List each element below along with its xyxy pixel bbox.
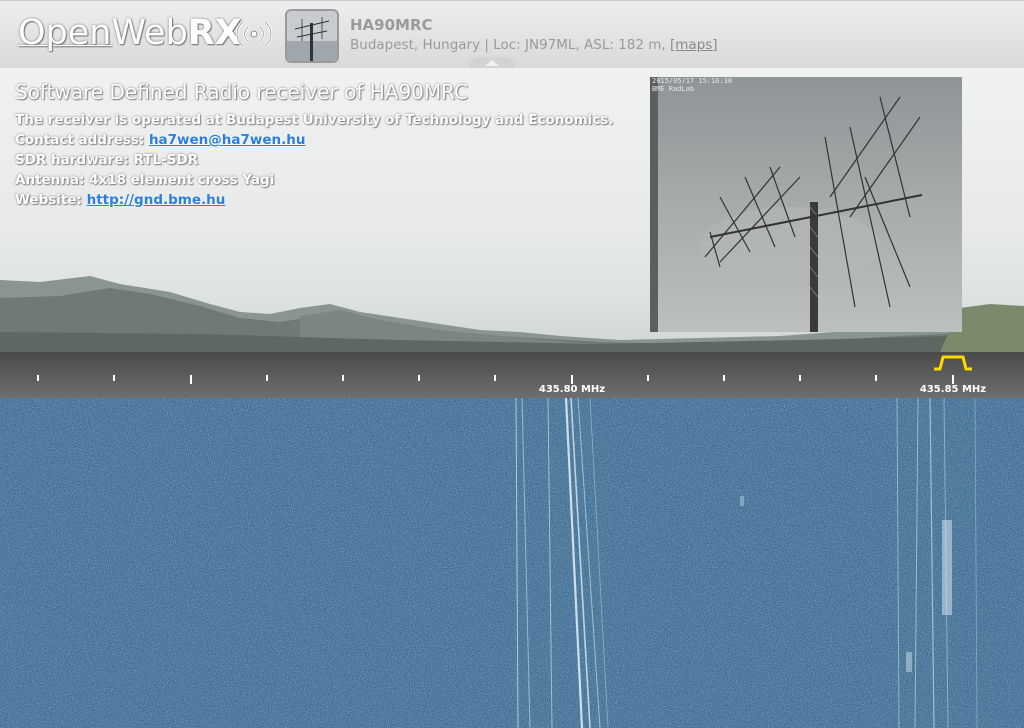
scale-tick-major: [952, 375, 954, 384]
scale-tick: [875, 375, 877, 381]
scale-tick: [113, 375, 115, 381]
antenna-webcam-image: 2015/05/17 15:16:38 BME RadLab: [650, 77, 962, 332]
maps-link[interactable]: [maps]: [670, 37, 718, 53]
receiver-description: Budapest, Hungary | Loc: JN97ML, ASL: 18…: [350, 37, 718, 53]
webcam-caption: BME RadLab: [652, 85, 694, 93]
info-hardware: SDR hardware: RTL-SDR: [15, 152, 199, 168]
scale-label: 435.85 MHz: [919, 384, 987, 395]
info-antenna: Antenna: 4x18 element cross Yagi: [15, 172, 275, 188]
scale-tick: [266, 375, 268, 381]
info-contact: Contact address: ha7wen@ha7wen.hu: [15, 132, 306, 148]
scale-tick: [37, 375, 39, 381]
website-link[interactable]: http://gnd.bme.hu: [87, 192, 226, 208]
webcam-timestamp: 2015/05/17 15:16:38: [652, 77, 732, 85]
openwebrx-logo[interactable]: OpenWebRX: [18, 13, 242, 53]
info-website: Website: http://gnd.bme.hu: [15, 192, 226, 208]
scale-tick: [342, 375, 344, 381]
receiver-avatar[interactable]: [285, 9, 339, 63]
waterfall-canvas: [0, 398, 1024, 728]
scale-tick: [418, 375, 420, 381]
radio-waves-icon: [236, 20, 272, 48]
antenna-thumbnail: [287, 11, 337, 61]
scale-label: 435.80 MHz: [538, 384, 606, 395]
receiver-info: Software Defined Radio receiver of HA90M…: [15, 80, 613, 210]
scale-tick: [723, 375, 725, 381]
scale-tick: [799, 375, 801, 381]
scale-tick: [494, 375, 496, 381]
frequency-scale[interactable]: 435.80 MHz 435.85 MHz: [0, 352, 1024, 398]
contact-email-link[interactable]: ha7wen@ha7wen.hu: [149, 132, 306, 148]
scale-tick: [647, 375, 649, 381]
passband-filter-marker[interactable]: [932, 354, 974, 372]
info-operator: The receiver is operated at Budapest Uni…: [15, 112, 614, 128]
antenna-picture: 2015/05/17 15:16:38 BME RadLab: [650, 77, 962, 332]
chevron-up-icon: [485, 60, 499, 66]
scale-tick: [190, 375, 192, 384]
top-bar: OpenWebRX HA90MRC Budapest, Hungary | Lo…: [0, 0, 1024, 69]
info-title: Software Defined Radio receiver of HA90M…: [15, 80, 469, 104]
waterfall-display[interactable]: [0, 398, 1024, 728]
scale-tick-major: [571, 375, 573, 384]
receiver-title: HA90MRC: [350, 16, 433, 34]
